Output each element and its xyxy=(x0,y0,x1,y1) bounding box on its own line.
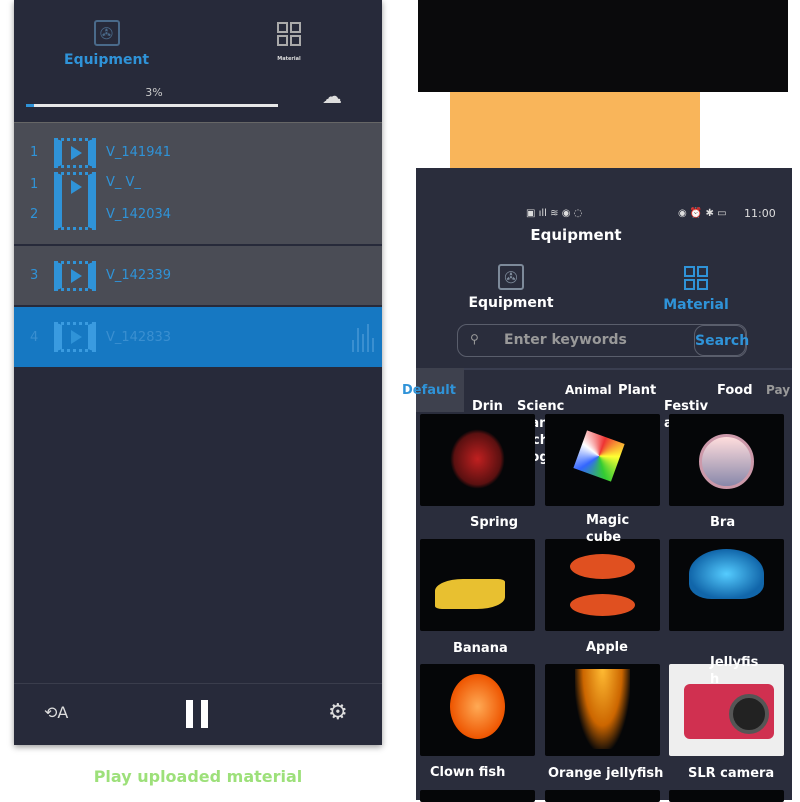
settings-icon[interactable]: ⚙ xyxy=(328,700,348,725)
item-index: 1 xyxy=(30,145,39,160)
status-icons: ▣ ıll ≋ ◉ ◌ xyxy=(526,208,583,219)
material-thumb[interactable] xyxy=(420,790,535,802)
item-name[interactable]: V_141941 xyxy=(106,145,171,160)
tab-label: Material xyxy=(277,56,301,62)
progress-bar xyxy=(26,104,278,107)
item-name[interactable]: V_ V_ xyxy=(106,175,141,190)
page-title: Equipment xyxy=(530,226,622,244)
screen-rotate-icon[interactable]: ⟲A xyxy=(44,703,68,722)
pause-icon[interactable] xyxy=(186,700,208,728)
material-label: Clown fish xyxy=(430,765,506,780)
item-name[interactable]: V_142833 xyxy=(106,330,171,345)
status-time: 11:00 xyxy=(744,207,776,220)
category-animal[interactable]: Animal xyxy=(565,382,612,399)
progress-label: 3% xyxy=(145,86,163,99)
audio-level-icon xyxy=(352,322,380,352)
grid-icon xyxy=(277,22,301,46)
material-label: Orange jellyfish xyxy=(548,766,664,781)
category-food[interactable]: Food xyxy=(717,382,753,399)
material-thumb[interactable] xyxy=(545,664,660,756)
tab-label: Equipment xyxy=(468,295,554,311)
tab-equipment[interactable]: ✇ Equipment xyxy=(466,264,556,311)
item-name[interactable]: V_142034 xyxy=(106,207,171,222)
tab-label: Equipment xyxy=(64,52,150,68)
black-banner xyxy=(418,0,788,92)
caption: Play uploaded material xyxy=(93,767,303,786)
material-thumb[interactable] xyxy=(420,539,535,631)
item-index: 4 xyxy=(30,330,39,345)
material-thumb[interactable] xyxy=(669,790,784,802)
search-icon: ⚲ xyxy=(470,332,479,346)
material-thumb[interactable] xyxy=(669,539,784,631)
tab-equipment[interactable]: ✇ Equipment xyxy=(64,20,149,68)
material-label: Apple xyxy=(586,640,628,655)
search-box[interactable]: ⚲ Enter keywords Search xyxy=(457,324,749,357)
material-label: Magic cube xyxy=(586,513,630,545)
material-label: Banana xyxy=(453,641,508,656)
search-input[interactable]: Enter keywords xyxy=(504,332,627,348)
tab-material[interactable]: Material xyxy=(264,22,314,62)
material-label: Spring xyxy=(470,515,519,530)
right-phone-screen: ▣ ıll ≋ ◉ ◌ ◉ ⏰ ✱ ▭ 11:00 Equipment ✇ Eq… xyxy=(402,168,792,802)
status-right-icons: ◉ ⏰ ✱ ▭ xyxy=(678,208,727,219)
item-index: 2 xyxy=(30,207,39,222)
material-label: SLR camera xyxy=(688,766,775,781)
video-icon xyxy=(54,322,96,352)
search-button[interactable]: Search xyxy=(694,325,749,356)
item-index: 1 xyxy=(30,177,39,192)
cloud-upload-icon[interactable]: ☁ xyxy=(322,84,342,108)
material-thumb[interactable] xyxy=(420,414,535,506)
material-thumb[interactable] xyxy=(545,539,660,631)
material-thumb[interactable] xyxy=(545,414,660,506)
grid-icon xyxy=(684,266,708,290)
material-thumb[interactable] xyxy=(545,790,660,802)
material-thumb[interactable] xyxy=(420,664,535,756)
video-icon xyxy=(54,261,96,291)
material-label: Bra xyxy=(710,515,736,530)
category-pay[interactable]: Pay xyxy=(766,382,790,399)
video-icon xyxy=(54,138,96,168)
video-icon xyxy=(54,172,96,230)
category-plant[interactable]: Plant xyxy=(618,382,656,399)
material-thumb[interactable] xyxy=(669,414,784,506)
tab-material[interactable]: Material xyxy=(656,266,736,313)
fan-icon: ✇ xyxy=(93,20,120,46)
orange-banner xyxy=(450,92,700,168)
item-name[interactable]: V_142339 xyxy=(106,268,171,283)
item-index: 3 xyxy=(30,268,39,283)
left-phone-screen: ✇ Equipment Material 3% ☁ 1 V_141941 1 V… xyxy=(14,0,382,745)
material-label: Jellyfis h xyxy=(710,655,759,687)
tab-label: Material xyxy=(663,297,729,313)
category-default[interactable]: Default xyxy=(402,382,456,399)
fan-icon: ✇ xyxy=(498,264,524,290)
